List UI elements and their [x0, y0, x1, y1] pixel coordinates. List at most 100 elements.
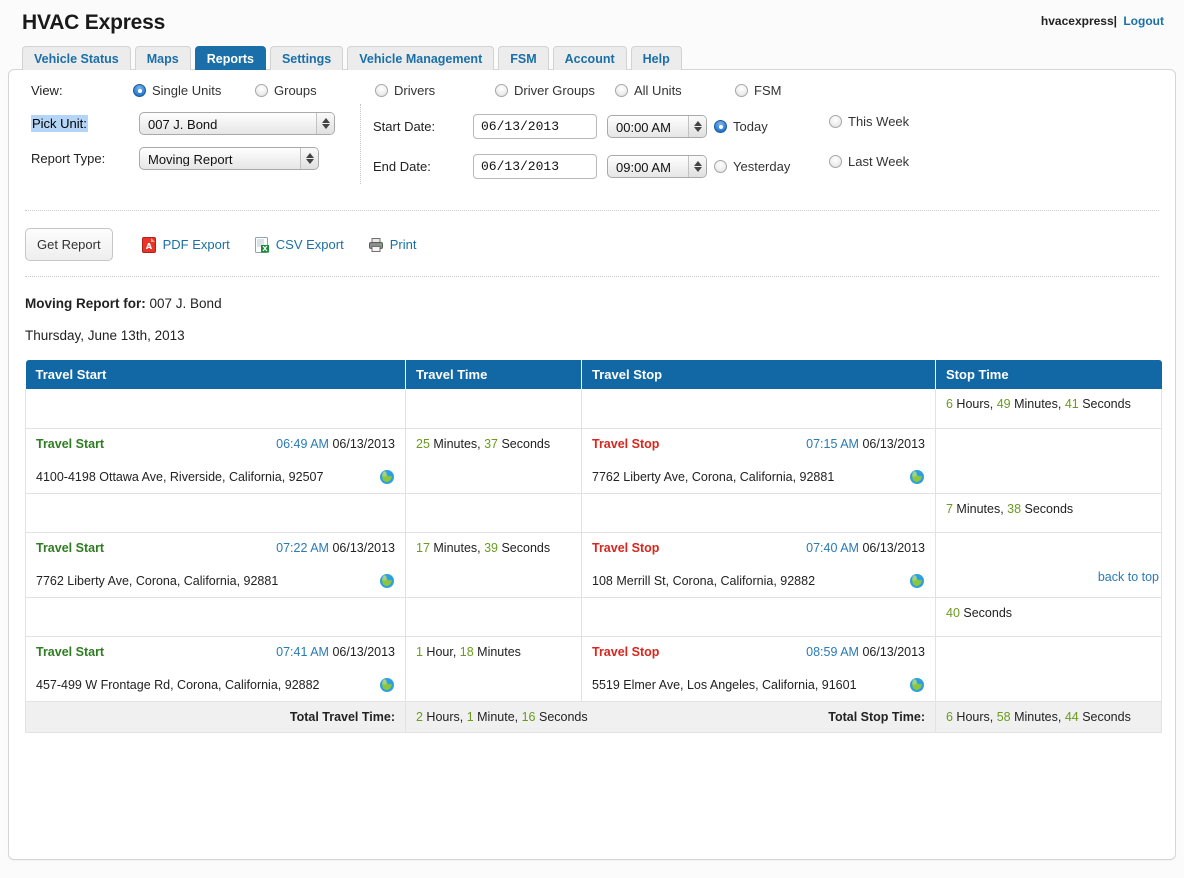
- globe-icon[interactable]: [379, 469, 395, 485]
- travel-unit-2: Seconds: [498, 436, 551, 451]
- globe-icon[interactable]: [379, 573, 395, 589]
- radio-yesterday[interactable]: Yesterday: [714, 159, 790, 174]
- radio-dot-driver-groups: [495, 84, 508, 97]
- globe-icon[interactable]: [379, 677, 395, 693]
- column-header-travel-stop[interactable]: Travel Stop: [581, 360, 936, 389]
- column-header-travel-time[interactable]: Travel Time: [405, 360, 582, 389]
- cell-empty-travel-time: [405, 597, 582, 637]
- cell-stop-time: [935, 428, 1162, 494]
- start-date-input[interactable]: [473, 114, 597, 139]
- cell-stop-time: [935, 636, 1162, 702]
- pick-unit-row: Pick Unit: 007 J. Bond: [31, 112, 335, 135]
- radio-driver-groups[interactable]: Driver Groups: [495, 83, 595, 98]
- table-body: 6 Hours, 49 Minutes, 41 Seconds Travel S…: [25, 389, 1162, 702]
- stop-unit-1: Seconds: [959, 605, 1013, 620]
- cell-stop-time: [935, 532, 1162, 598]
- back-to-top-link[interactable]: back to top: [1098, 570, 1159, 584]
- travel-stop-head: Travel Stop 07:15 AM 06/13/2013: [592, 437, 925, 451]
- total-travel-hours-unit: Hours,: [422, 709, 467, 724]
- table-row: Travel Start 07:22 AM 06/13/2013 7762 Li…: [25, 532, 1162, 598]
- report-actions: Get Report A PDF Export X CSV Export Pri…: [25, 228, 416, 261]
- start-time-select[interactable]: 00:00 AM: [607, 115, 707, 138]
- stop-address: 5519 Elmer Ave, Los Angeles, California,…: [592, 677, 857, 692]
- pick-unit-select-wrap: 007 J. Bond: [139, 112, 335, 135]
- radio-last-week[interactable]: Last Week: [829, 154, 909, 169]
- radio-label-last-week: Last Week: [848, 154, 910, 169]
- radio-fsm[interactable]: FSM: [735, 83, 781, 98]
- total-stop-seconds-unit: Seconds: [1078, 709, 1131, 724]
- stop-minutes-unit: Minutes,: [1010, 397, 1065, 411]
- print-link[interactable]: Print: [368, 237, 416, 253]
- report-type-select[interactable]: Moving Report: [139, 147, 319, 170]
- radio-label-single-units: Single Units: [152, 83, 222, 98]
- cell-empty-start: [25, 493, 406, 533]
- tab-vehicle-status[interactable]: Vehicle Status: [22, 46, 131, 70]
- radio-this-week[interactable]: This Week: [829, 114, 909, 129]
- radio-dot-single-units: [133, 84, 146, 97]
- travel-start-address-row: 7762 Liberty Ave, Corona, California, 92…: [36, 573, 395, 589]
- tab-settings[interactable]: Settings: [269, 46, 344, 70]
- report-type-label: Report Type:: [31, 151, 106, 166]
- travel-stop-timestamp: 08:59 AM 06/13/2013: [806, 645, 925, 659]
- cell-travel-time: 17 Minutes, 39 Seconds: [405, 532, 582, 598]
- globe-icon[interactable]: [909, 677, 925, 693]
- column-header-stop-time[interactable]: Stop Time: [935, 360, 1162, 389]
- column-header-travel-start[interactable]: Travel Start: [25, 360, 406, 389]
- tab-account[interactable]: Account: [552, 46, 627, 70]
- pick-unit-select[interactable]: 007 J. Bond: [139, 112, 335, 135]
- radio-dot-fsm: [735, 84, 748, 97]
- stop-address: 7762 Liberty Ave, Corona, California, 92…: [592, 469, 835, 484]
- top-header: HVAC Express hvacexpress| Logout: [0, 0, 1184, 46]
- travel-start-label: Travel Start: [36, 540, 105, 555]
- radio-single-units[interactable]: Single Units: [133, 83, 221, 98]
- travel-stop-head: Travel Stop 07:40 AM 06/13/2013: [592, 541, 925, 555]
- radio-label-today: Today: [733, 119, 768, 134]
- cell-stop-time: 40 Seconds: [935, 597, 1162, 637]
- end-time-select[interactable]: 09:00 AM: [607, 155, 707, 178]
- radio-label-groups: Groups: [274, 83, 317, 98]
- tab-vehicle-management[interactable]: Vehicle Management: [347, 46, 495, 70]
- divider-top: [25, 210, 1159, 211]
- travel-stop-label: Travel Stop: [592, 436, 660, 451]
- stop-date-value: 06/13/2013: [862, 644, 925, 659]
- radio-today[interactable]: Today: [714, 119, 768, 134]
- total-travel-time-value: 2 Hours, 1 Minute, 16 Seconds Total Stop…: [405, 700, 936, 733]
- total-stop-time-value: 6 Hours, 58 Minutes, 44 Seconds: [935, 700, 1162, 733]
- csv-icon: X: [254, 236, 270, 253]
- travel-start-head: Travel Start 07:22 AM 06/13/2013: [36, 541, 395, 555]
- travel-stop-address-row: 108 Merrill St, Corona, California, 9288…: [592, 573, 925, 589]
- logout-link[interactable]: Logout: [1123, 14, 1164, 28]
- total-travel-hours: 2: [416, 709, 423, 724]
- end-date-label: End Date:: [373, 159, 431, 174]
- stop-hours-unit: Hours,: [952, 397, 997, 411]
- travel-stop-head: Travel Stop 08:59 AM 06/13/2013: [592, 645, 925, 659]
- csv-export-link[interactable]: X CSV Export: [254, 236, 344, 253]
- total-travel-seconds-unit: Seconds: [535, 709, 588, 724]
- travel-stop-address-row: 7762 Liberty Ave, Corona, California, 92…: [592, 469, 925, 485]
- globe-icon[interactable]: [909, 469, 925, 485]
- total-travel-time-label: Total Travel Time:: [25, 700, 406, 733]
- start-time-value: 07:41 AM: [276, 644, 329, 659]
- pick-unit-label: Pick Unit:: [31, 115, 88, 132]
- radio-drivers[interactable]: Drivers: [375, 83, 435, 98]
- end-date-row: End Date: 09:00 AM Yesterday: [373, 154, 790, 179]
- radio-all-units[interactable]: All Units: [615, 83, 682, 98]
- end-date-input[interactable]: [473, 154, 597, 179]
- globe-icon[interactable]: [909, 573, 925, 589]
- pdf-export-link[interactable]: A PDF Export: [141, 236, 230, 253]
- tab-maps[interactable]: Maps: [134, 46, 191, 70]
- vertical-divider: [360, 104, 361, 184]
- get-report-button[interactable]: Get Report: [25, 228, 113, 261]
- tab-reports[interactable]: Reports: [194, 46, 266, 70]
- cell-stop-time: 6 Hours, 49 Minutes, 41 Seconds: [935, 389, 1162, 429]
- user-session-area: hvacexpress| Logout: [1041, 14, 1164, 28]
- radio-groups[interactable]: Groups: [255, 83, 317, 98]
- cell-travel-start: Travel Start 06:49 AM 06/13/2013 4100-41…: [25, 428, 406, 494]
- stop-address: 108 Merrill St, Corona, California, 9288…: [592, 573, 816, 588]
- total-stop-hours: 6: [946, 709, 953, 724]
- tab-help[interactable]: Help: [630, 46, 682, 70]
- travel-unit-1: Minutes,: [429, 436, 485, 451]
- radio-dot-last-week: [829, 155, 842, 168]
- tab-fsm[interactable]: FSM: [498, 46, 549, 70]
- total-stop-minutes: 58: [996, 709, 1011, 724]
